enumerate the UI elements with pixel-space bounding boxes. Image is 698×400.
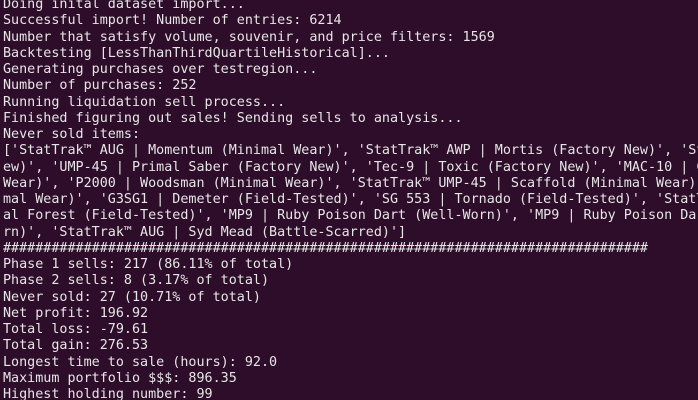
output-line-separator: ########################################… [3, 240, 648, 256]
output-line-items-2: ew)', 'UMP-45 | Primal Saber (Factory Ne… [3, 159, 698, 175]
output-line-total-gain: Total gain: 276.53 [3, 338, 149, 354]
terminal-output: Doing inital dataset import... Successfu… [3, 0, 698, 400]
output-line-net-profit: Net profit: 196.92 [3, 305, 149, 321]
output-line-highest-holding: Highest holding number: 99 [3, 387, 213, 400]
terminal-window[interactable]: Doing inital dataset import... Successfu… [0, 0, 698, 400]
output-line-items-1: ['StatTrak™ AUG | Momentum (Minimal Wear… [3, 143, 698, 159]
output-line-never-sold: Never sold: 27 (10.71% of total) [3, 289, 261, 305]
output-line-total-loss: Total loss: -79.61 [3, 322, 149, 337]
output-line-import-success: Successful import! Number of entries: 62… [3, 13, 342, 29]
output-line-liquidation: Running liquidation sell process... [3, 94, 286, 110]
output-line-finished: Finished figuring out sales! Sending sel… [3, 110, 463, 126]
output-line-longest-time: Longest time to sale (hours): 92.0 [3, 354, 278, 370]
output-line-backtesting: Backtesting [LessThanThirdQuartileHistor… [3, 45, 390, 61]
output-line-max-portfolio: Maximum portfolio $$$: 896.35 [3, 370, 237, 386]
output-line-never-sold-header: Never sold items: [3, 127, 141, 142]
output-line-items-4: mal Wear)', 'G3SG1 | Demeter (Field-Test… [3, 192, 698, 207]
output-line-items-3: Wear)', 'P2000 | Woodsman (Minimal Wear)… [3, 175, 698, 191]
output-line-phase1: Phase 1 sells: 217 (86.11% of total) [3, 257, 294, 272]
output-line-import-start: Doing inital dataset import... [3, 0, 245, 12]
output-line-filter-count: Number that satisfy volume, souvenir, an… [3, 29, 495, 45]
output-line-items-5: al Forest (Field-Tested)', 'MP9 | Ruby P… [3, 208, 698, 224]
output-line-purchases: Number of purchases: 252 [3, 78, 197, 94]
output-line-items-6: rn)', 'StatTrak™ AUG | Syd Mead (Battle-… [3, 224, 407, 240]
output-line-generating: Generating purchases over testregion... [3, 62, 318, 77]
output-line-phase2: Phase 2 sells: 8 (3.17% of total) [3, 273, 270, 289]
